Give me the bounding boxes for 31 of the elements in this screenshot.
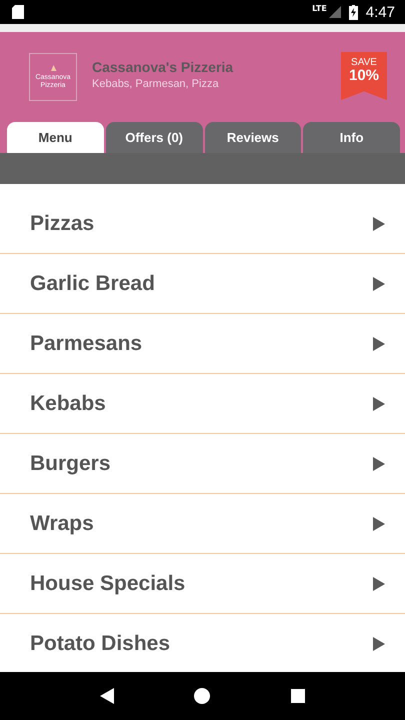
play-arrow-icon — [373, 576, 385, 590]
menu-category[interactable]: Wraps — [0, 494, 405, 554]
back-icon[interactable] — [100, 688, 114, 704]
play-arrow-icon — [373, 336, 385, 350]
play-arrow-icon — [373, 276, 385, 290]
discount-badge: SAVE 10% — [341, 52, 387, 100]
signal-icon — [328, 6, 341, 18]
clock: 4:47 — [366, 4, 395, 20]
menu-category[interactable]: Kebabs — [0, 374, 405, 434]
sd-card-icon — [12, 5, 24, 19]
play-arrow-icon — [373, 516, 385, 530]
battery-icon — [348, 4, 358, 20]
cuisine-list: Kebabs, Parmesan, Pizza — [92, 78, 341, 90]
menu-category[interactable]: House Specials — [0, 554, 405, 614]
home-icon[interactable] — [194, 688, 210, 704]
network-label: LTE — [312, 4, 327, 13]
play-arrow-icon — [373, 456, 385, 470]
tab[interactable]: Reviews — [204, 122, 302, 153]
tab[interactable]: Info — [303, 122, 400, 153]
menu-category[interactable]: Garlic Bread — [0, 254, 405, 314]
play-arrow-icon — [373, 396, 385, 410]
play-arrow-icon — [373, 636, 385, 650]
menu-category[interactable]: Pizzas — [0, 194, 405, 254]
menu-category[interactable]: Parmesans — [0, 314, 405, 374]
restaurant-name: Cassanova's Pizzeria — [92, 58, 234, 74]
menu-category[interactable]: Burgers — [0, 434, 405, 494]
pizza-slice-icon — [50, 64, 56, 72]
tab[interactable]: Offers (0) — [106, 122, 202, 153]
tab[interactable]: Menu — [7, 122, 104, 153]
recents-icon[interactable] — [290, 689, 305, 703]
play-arrow-icon — [373, 216, 385, 230]
